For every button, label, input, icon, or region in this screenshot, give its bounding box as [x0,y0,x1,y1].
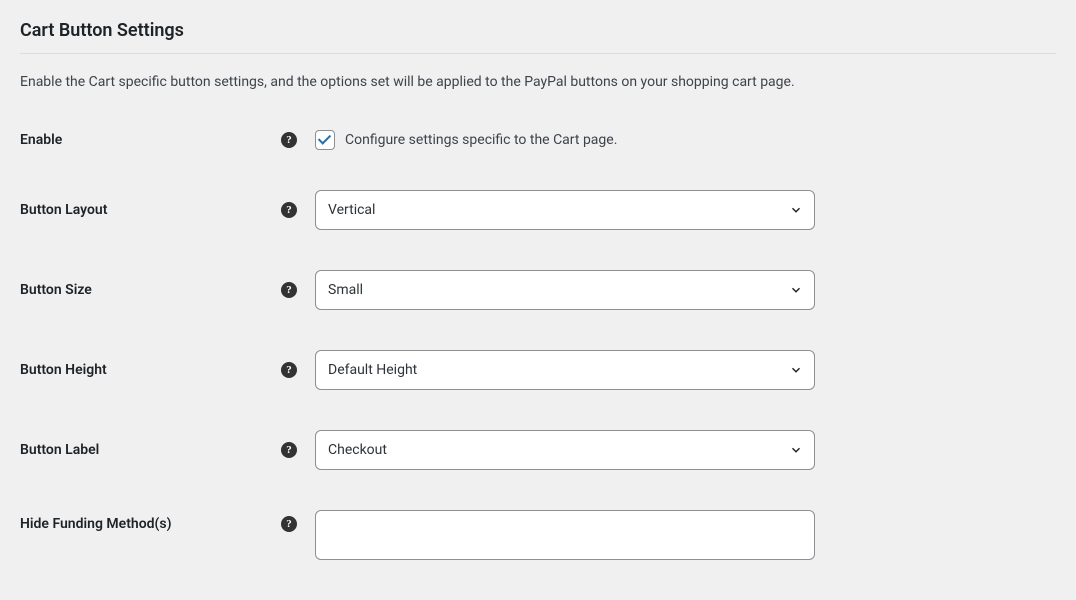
row-button-layout: Button Layout ? Vertical [20,190,1056,230]
label-enable: Enable [20,132,62,148]
label-button-layout: Button Layout [20,202,107,218]
select-wrap: Checkout [315,430,815,470]
select-wrap: Vertical [315,190,815,230]
select-value: Default Height [328,362,417,378]
select-value: Checkout [328,442,387,458]
field-button-height: Default Height [315,350,815,390]
divider [20,53,1056,54]
hide-funding-input[interactable] [315,510,815,560]
field-button-label: Checkout [315,430,815,470]
enable-checkbox-label: Configure settings specific to the Cart … [345,132,617,148]
row-hide-funding: Hide Funding Method(s) ? [20,510,1056,560]
field-button-layout: Vertical [315,190,815,230]
help-icon[interactable]: ? [281,202,297,218]
label-col: Button Height ? [20,362,315,378]
label-button-height: Button Height [20,362,107,378]
field-enable: Configure settings specific to the Cart … [315,130,617,150]
field-hide-funding [315,510,815,560]
label-col: Button Layout ? [20,202,315,218]
select-value: Small [328,282,363,298]
enable-checkbox[interactable] [315,130,335,150]
select-wrap: Small [315,270,815,310]
label-col: Button Size ? [20,282,315,298]
row-enable: Enable ? Configure settings specific to … [20,130,1056,150]
label-hide-funding: Hide Funding Method(s) [20,516,171,532]
field-button-size: Small [315,270,815,310]
button-height-select[interactable]: Default Height [315,350,815,390]
label-col: Hide Funding Method(s) ? [20,510,315,532]
select-wrap: Default Height [315,350,815,390]
help-icon[interactable]: ? [281,282,297,298]
button-size-select[interactable]: Small [315,270,815,310]
row-button-height: Button Height ? Default Height [20,350,1056,390]
help-icon[interactable]: ? [281,442,297,458]
row-button-label: Button Label ? Checkout [20,430,1056,470]
row-button-size: Button Size ? Small [20,270,1056,310]
button-layout-select[interactable]: Vertical [315,190,815,230]
label-button-size: Button Size [20,282,92,298]
help-icon[interactable]: ? [281,516,297,532]
button-label-select[interactable]: Checkout [315,430,815,470]
label-button-label: Button Label [20,442,99,458]
section-description: Enable the Cart specific button settings… [20,74,1056,90]
help-icon[interactable]: ? [281,132,297,148]
label-col: Button Label ? [20,442,315,458]
help-icon[interactable]: ? [281,362,297,378]
label-col: Enable ? [20,132,315,148]
select-value: Vertical [328,202,375,218]
section-title: Cart Button Settings [20,20,1056,41]
